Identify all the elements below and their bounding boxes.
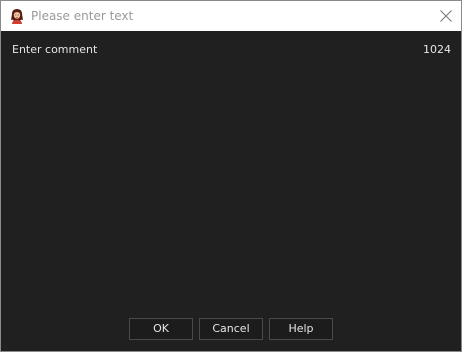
user-avatar-icon (11, 9, 23, 24)
close-button[interactable] (431, 1, 461, 31)
dialog-window: Please enter text Enter comment 1024 OK … (0, 0, 462, 352)
help-button[interactable]: Help (269, 318, 333, 340)
comment-label: Enter comment (12, 43, 98, 56)
cancel-button[interactable]: Cancel (199, 318, 263, 340)
dialog-title: Please enter text (31, 9, 134, 23)
close-icon (440, 10, 452, 22)
title-bar[interactable]: Please enter text (1, 1, 461, 31)
character-limit: 1024 (423, 43, 451, 56)
ok-button[interactable]: OK (129, 318, 193, 340)
comment-textarea[interactable] (1, 61, 461, 306)
